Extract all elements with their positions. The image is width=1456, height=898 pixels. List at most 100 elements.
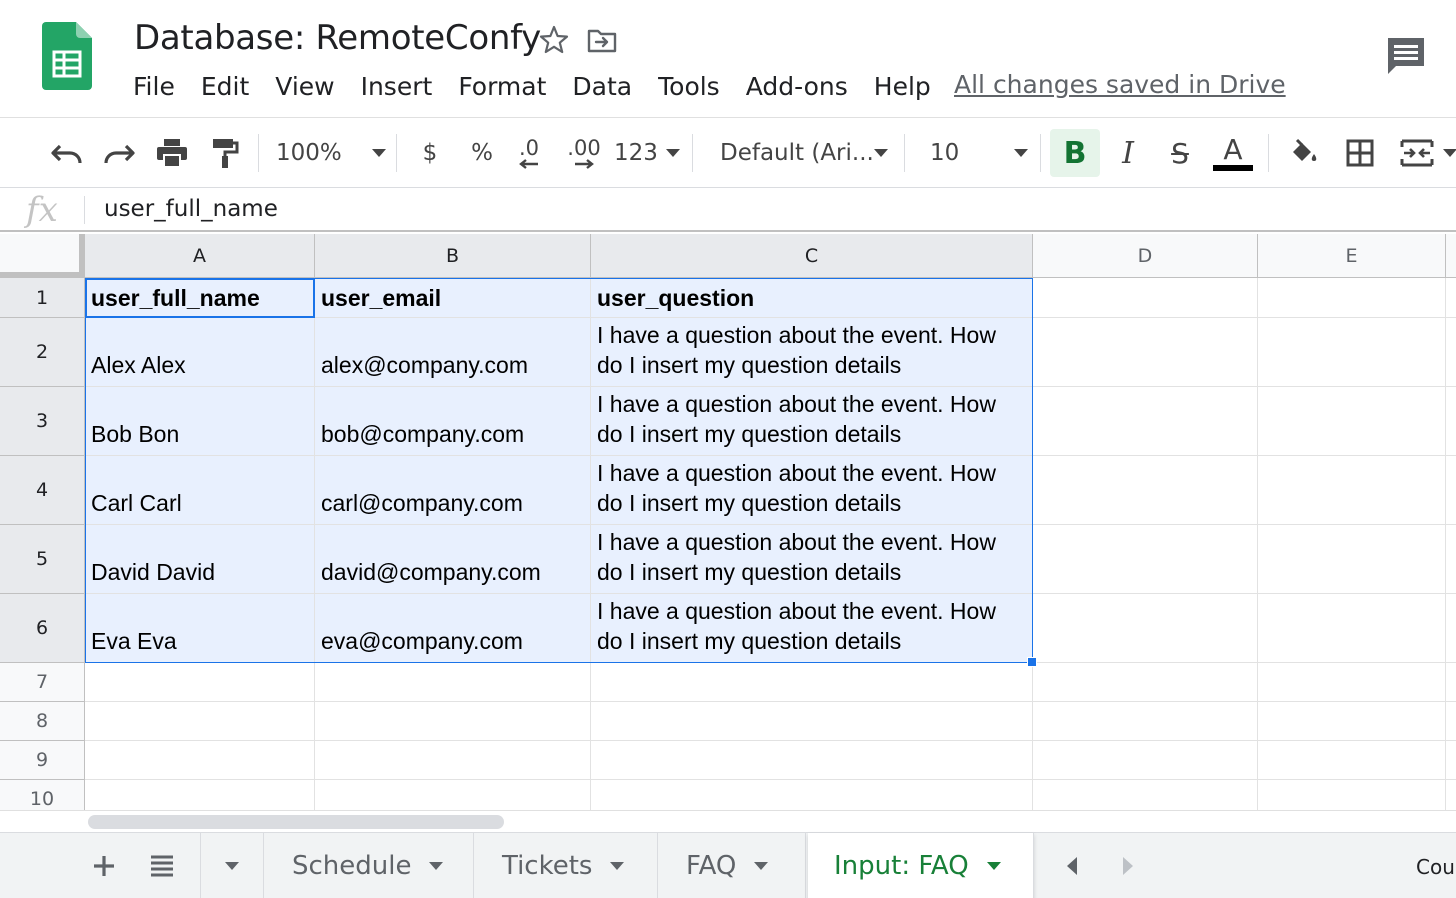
cell-b9[interactable] (315, 741, 591, 780)
star-icon[interactable] (538, 24, 570, 56)
row-header-10[interactable]: 10 (0, 780, 85, 810)
cell-c6[interactable]: I have a question about the event. How d… (591, 594, 1033, 663)
menu-edit[interactable]: Edit (188, 72, 262, 101)
column-header-b[interactable]: B (315, 234, 591, 278)
cell-d6[interactable] (1033, 594, 1258, 663)
menu-help[interactable]: Help (861, 72, 944, 101)
menu-file[interactable]: File (120, 72, 188, 101)
cell-f9[interactable] (1446, 741, 1456, 780)
cell-e9[interactable] (1258, 741, 1446, 780)
cell-c3[interactable]: I have a question about the event. How d… (591, 387, 1033, 456)
fill-color-button[interactable] (1282, 132, 1326, 174)
menu-view[interactable]: View (262, 72, 347, 101)
cell-a1[interactable]: user_full_name (85, 278, 315, 318)
cell-c7[interactable] (591, 663, 1033, 702)
scrollbar-thumb[interactable] (88, 815, 504, 829)
cell-c8[interactable] (591, 702, 1033, 741)
cell-e8[interactable] (1258, 702, 1446, 741)
more-toolbar-button[interactable] (1443, 132, 1456, 174)
text-color-button[interactable]: A (1210, 132, 1256, 174)
explore-count-label[interactable]: Cou (1416, 855, 1455, 879)
cell-a4[interactable]: Carl Carl (85, 456, 315, 525)
cell-a9[interactable] (85, 741, 315, 780)
cell-f7[interactable] (1446, 663, 1456, 702)
cell-f6[interactable] (1446, 594, 1456, 663)
cell-b5[interactable]: david@company.com (315, 525, 591, 594)
cell-d7[interactable] (1033, 663, 1258, 702)
menu-addons[interactable]: Add-ons (733, 72, 861, 101)
horizontal-scrollbar[interactable] (0, 810, 1456, 832)
cell-a10[interactable] (85, 780, 315, 810)
save-status-link[interactable]: All changes saved in Drive (954, 70, 1286, 99)
strikethrough-button[interactable]: S (1158, 132, 1202, 174)
add-sheet-button[interactable] (84, 833, 124, 898)
increase-decimal-button[interactable]: .00 (560, 132, 608, 174)
cell-d8[interactable] (1033, 702, 1258, 741)
cell-e1[interactable] (1258, 278, 1446, 318)
sheet-tab-faq[interactable]: FAQ (660, 833, 806, 898)
cell-c4[interactable]: I have a question about the event. How d… (591, 456, 1033, 525)
paint-format-button[interactable] (204, 132, 246, 174)
cell-d9[interactable] (1033, 741, 1258, 780)
scroll-tabs-right-button[interactable] (1110, 833, 1146, 898)
row-header-6[interactable]: 6 (0, 594, 85, 663)
print-button[interactable] (150, 132, 194, 174)
row-header-5[interactable]: 5 (0, 525, 85, 594)
row-header-9[interactable]: 9 (0, 741, 85, 780)
sheet-tab-tickets[interactable]: Tickets (476, 833, 658, 898)
cell-b1[interactable]: user_email (315, 278, 591, 318)
bold-button[interactable]: B (1050, 129, 1100, 177)
cell-d2[interactable] (1033, 318, 1258, 387)
cell-b7[interactable] (315, 663, 591, 702)
document-title[interactable]: Database: RemoteConfy (134, 18, 541, 58)
cell-b8[interactable] (315, 702, 591, 741)
cell-d3[interactable] (1033, 387, 1258, 456)
cell-e2[interactable] (1258, 318, 1446, 387)
menu-data[interactable]: Data (559, 72, 645, 101)
cell-c5[interactable]: I have a question about the event. How d… (591, 525, 1033, 594)
percent-format-button[interactable]: % (462, 132, 502, 174)
column-header-d[interactable]: D (1033, 234, 1258, 278)
cell-c2[interactable]: I have a question about the event. How d… (591, 318, 1033, 387)
cell-f2[interactable] (1446, 318, 1456, 387)
font-size-select[interactable]: 10 (930, 132, 1028, 174)
column-header-c[interactable]: C (591, 234, 1033, 278)
cell-d5[interactable] (1033, 525, 1258, 594)
row-header-3[interactable]: 3 (0, 387, 85, 456)
row-header-8[interactable]: 8 (0, 702, 85, 741)
cell-d10[interactable] (1033, 780, 1258, 810)
currency-format-button[interactable]: $ (410, 132, 450, 174)
menu-tools[interactable]: Tools (645, 72, 733, 101)
zoom-select[interactable]: 100% (276, 132, 386, 174)
cell-e4[interactable] (1258, 456, 1446, 525)
column-header-a[interactable]: A (85, 234, 315, 278)
cell-e10[interactable] (1258, 780, 1446, 810)
cell-a2[interactable]: Alex Alex (85, 318, 315, 387)
cell-f3[interactable] (1446, 387, 1456, 456)
row-header-2[interactable]: 2 (0, 318, 85, 387)
cell-e5[interactable] (1258, 525, 1446, 594)
formula-input[interactable]: user_full_name (104, 196, 278, 222)
undo-button[interactable] (46, 132, 88, 174)
cell-e3[interactable] (1258, 387, 1446, 456)
cell-a8[interactable] (85, 702, 315, 741)
cell-c1[interactable]: user_question (591, 278, 1033, 318)
move-to-folder-icon[interactable] (586, 24, 618, 56)
select-all-corner[interactable] (0, 234, 85, 278)
column-header-e[interactable]: E (1258, 234, 1446, 278)
cell-f5[interactable] (1446, 525, 1456, 594)
sheets-logo-icon[interactable] (42, 22, 92, 90)
cell-c9[interactable] (591, 741, 1033, 780)
spreadsheet-grid[interactable]: A B C D E 1 user_full_name user_email user_quest… (0, 234, 1456, 810)
cell-e7[interactable] (1258, 663, 1446, 702)
menu-insert[interactable]: Insert (348, 72, 446, 101)
all-sheets-button[interactable] (140, 833, 184, 898)
italic-button[interactable]: I (1106, 132, 1150, 174)
cell-b2[interactable]: alex@company.com (315, 318, 591, 387)
menu-format[interactable]: Format (445, 72, 559, 101)
cell-a7[interactable] (85, 663, 315, 702)
cell-b4[interactable]: carl@company.com (315, 456, 591, 525)
cell-d1[interactable] (1033, 278, 1258, 318)
cell-b10[interactable] (315, 780, 591, 810)
row-header-1[interactable]: 1 (0, 278, 85, 318)
